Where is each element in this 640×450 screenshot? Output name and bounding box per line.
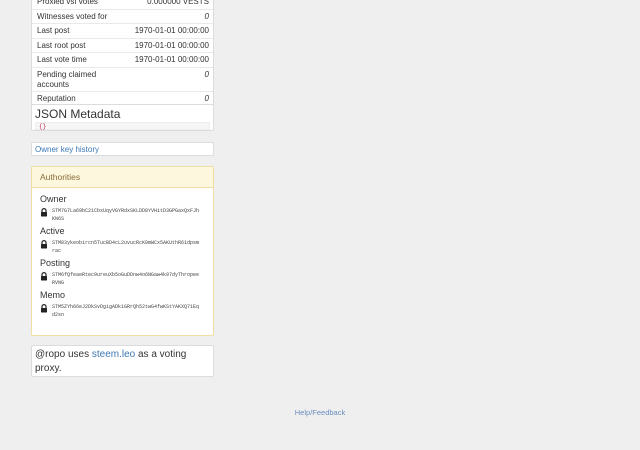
stats-label: Reputation	[37, 93, 76, 103]
proxy-account-link[interactable]: steem.leo	[92, 349, 135, 360]
stats-row: Reputation 0	[32, 90, 213, 106]
stats-value: 0	[204, 93, 209, 103]
footer: Help/Feedback	[0, 408, 640, 417]
stats-label: Last root post	[37, 40, 86, 50]
stats-value: 0	[204, 69, 209, 79]
public-key: STM7G7La69bC21CbxUqyVGYRdxSKLDD8YVHitD3G…	[52, 208, 200, 222]
stats-row: Last post 1970-01-01 00:00:00	[32, 23, 213, 38]
authority-active: Active STM83ykeobircn5TucBD4cL2uvucRcK8mW…	[40, 226, 205, 255]
stats-row: Pending claimed accounts 0	[32, 66, 213, 91]
stats-row: Last vote time 1970-01-01 00:00:00	[32, 52, 213, 67]
authority-owner: Owner STM7G7La69bC21CbxUqyVGYRdxSKLDD8YVH…	[40, 194, 205, 223]
json-metadata-value: {}	[35, 122, 210, 130]
stats-value: 0	[204, 11, 209, 21]
authorities-panel: Authorities Owner STM7G7La69bC21CbxUqyVGY…	[31, 166, 214, 336]
authorities-header: Authorities	[32, 167, 213, 188]
authority-title: Memo	[40, 290, 66, 300]
authority-key-line: STM83ykeobircn5TucBD4cL2uvucRcK8mWCx5AKU…	[40, 240, 205, 255]
public-key: STM6fQfeaeRtec9ureuXb5oGuDDnw4o6NGaw4k97…	[52, 272, 200, 286]
stats-value: 1970-01-01 00:00:00	[134, 40, 209, 50]
owner-key-history-link[interactable]: Owner key history	[35, 145, 99, 154]
proxy-uses-text: uses	[65, 349, 92, 360]
public-key: STM5ZYh66eJ2DkSvDgigADk1GRrQh52twG4fwKSt…	[52, 304, 200, 318]
lock-icon	[41, 240, 47, 249]
stats-row: Proxied vsf votes 0.000000 VESTS	[32, 0, 213, 9]
authority-memo: Memo STM5ZYh66eJ2DkSvDgigADk1GRrQh52twG4f…	[40, 290, 205, 319]
stats-label: Witnesses voted for	[37, 11, 108, 21]
owner-key-history-panel: Owner key history	[31, 142, 214, 156]
lock-icon	[41, 304, 47, 313]
help-feedback-link[interactable]: Help/Feedback	[295, 408, 345, 417]
stats-label: Pending claimed accounts	[37, 69, 97, 90]
authority-key-line: STM5ZYh66eJ2DkSvDgigADk1GRrQh52twG4fwKSt…	[40, 304, 205, 319]
authority-title: Posting	[40, 258, 71, 268]
stats-label: Proxied vsf votes	[37, 0, 98, 6]
account-stats-table: Proxied vsf votes 0.000000 VESTS Witnesses…	[31, 0, 214, 106]
stats-label: Last vote time	[37, 55, 87, 64]
stats-value: 1970-01-01 00:00:00	[134, 55, 209, 64]
stats-value: 0.000000 VESTS	[147, 0, 209, 6]
authority-key-line: STM6fQfeaeRtec9ureuXb5oGuDDnw4o6NGaw4k97…	[40, 272, 205, 287]
proxy-user: @ropo	[35, 349, 66, 360]
lock-icon	[41, 208, 47, 217]
stats-row: Witnesses voted for 0	[32, 8, 213, 24]
authority-posting: Posting STM6fQfeaeRtec9ureuXb5oGuDDnw4o6N…	[40, 258, 205, 287]
authority-key-line: STM7G7La69bC21CbxUqyVGYRdxSKLDD8YVHitD3G…	[40, 208, 205, 223]
lock-icon	[41, 272, 47, 281]
voting-proxy-panel: @ropo uses steem.leo as a voting proxy.	[31, 345, 214, 377]
authorities-body: Owner STM7G7La69bC21CbxUqyVGYRdxSKLDD8YVH…	[32, 188, 213, 319]
public-key: STM83ykeobircn5TucBD4cL2uvucRcK8mWCx5AKU…	[52, 240, 200, 254]
authority-title: Active	[40, 226, 65, 236]
stats-label: Last post	[37, 26, 70, 35]
stats-row: Last root post 1970-01-01 00:00:00	[32, 37, 213, 53]
authority-title: Owner	[40, 194, 67, 204]
json-metadata-panel: JSON Metadata {}	[31, 104, 214, 131]
stats-value: 1970-01-01 00:00:00	[134, 26, 209, 35]
json-metadata-title: JSON Metadata	[35, 107, 121, 121]
